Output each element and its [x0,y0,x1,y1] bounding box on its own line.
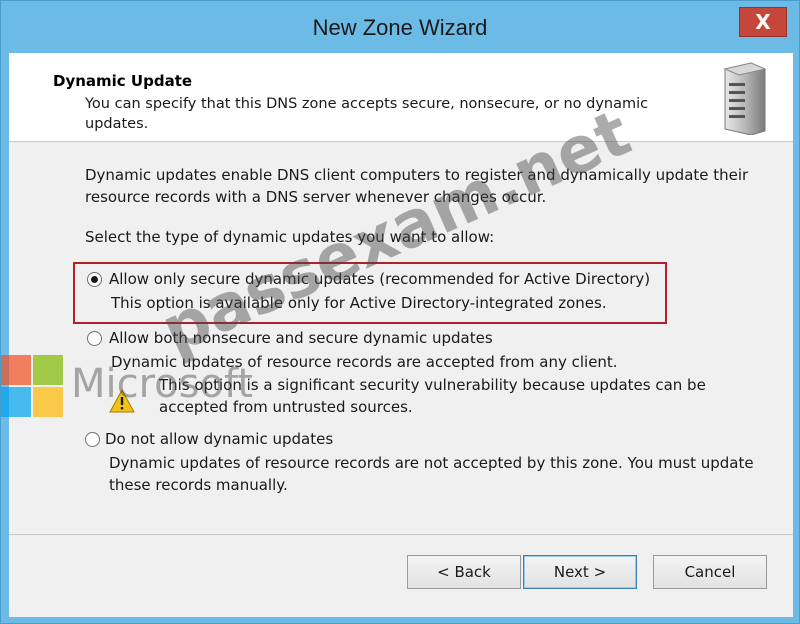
option-description: Dynamic updates of resource records are … [109,454,754,494]
radio-secure-only[interactable] [87,272,102,287]
watermark-microsoft: Microsoft [71,361,254,407]
title-bar[interactable]: New Zone Wizard X [1,1,799,53]
radio-nonsecure-and-secure[interactable] [87,331,102,346]
server-icon [723,62,767,135]
next-button[interactable]: Next > [523,555,637,589]
option-label[interactable]: Do not allow dynamic updates [105,428,333,450]
back-button[interactable]: < Back [407,555,521,589]
wizard-body: Dynamic Update You can specify that this… [9,53,793,617]
wizard-header: Dynamic Update You can specify that this… [9,53,793,142]
page-title: Dynamic Update [53,72,193,90]
cancel-button[interactable]: Cancel [653,555,767,589]
radio-none[interactable] [85,432,100,447]
close-button[interactable]: X [739,7,787,37]
microsoft-logo-icon [1,355,63,417]
footer-divider [9,534,793,535]
wizard-window: New Zone Wizard X Dynamic Update You can… [0,0,800,624]
window-title: New Zone Wizard [312,15,488,40]
